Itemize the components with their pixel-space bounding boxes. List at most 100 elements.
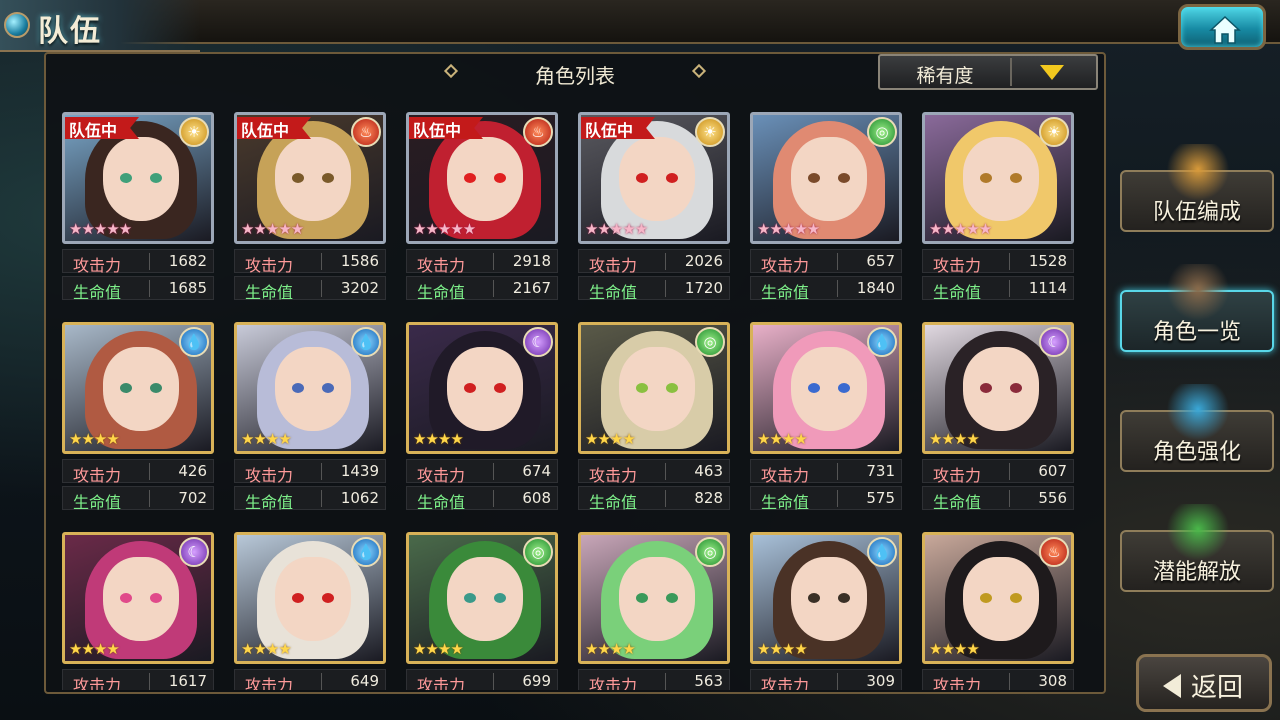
in-team-badge: 队伍中: [237, 117, 311, 139]
character-eye: [120, 593, 132, 603]
character-card[interactable]: 队伍中 ☀ ★★★★★ 攻击力 2026 生命值 1720: [578, 112, 730, 304]
character-card[interactable]: ♨★★★★攻击力308生命值: [922, 532, 1074, 690]
character-portrait[interactable]: 💧 ★★★★: [234, 532, 386, 664]
sort-label: 稀有度: [916, 65, 974, 87]
light-element-icon: ☀: [695, 117, 725, 147]
menu-button-1[interactable]: 队伍编成: [1120, 144, 1274, 232]
character-card[interactable]: 💧★★★★攻击力649生命值: [234, 532, 386, 690]
title-gem-icon: [4, 12, 30, 38]
hp-label: 生命值: [417, 493, 466, 512]
character-card[interactable]: 队伍中 ♨ ★★★★★ 攻击力 1586 生命值 3202: [234, 112, 386, 304]
attack-label: 攻击力: [73, 466, 122, 485]
character-portrait[interactable]: 💧 ★★★★: [62, 322, 214, 454]
stat-divider: [1009, 490, 1010, 507]
attack-label: 攻击力: [589, 676, 638, 690]
character-portrait[interactable]: 队伍中 ♨ ★★★★★: [406, 112, 558, 244]
attack-label: 攻击力: [73, 256, 122, 275]
hp-stat-row: 生命值 1685: [62, 276, 214, 302]
character-eye: [120, 173, 132, 183]
character-card[interactable]: 💧 ★★★★ 攻击力 426 生命值 702: [62, 322, 214, 514]
hp-stat-row: 生命值 608: [406, 486, 558, 512]
sort-dropdown[interactable]: 稀有度: [878, 54, 1098, 90]
character-card[interactable]: ◎ ★★★★ 攻击力 463 生命值 828: [578, 322, 730, 514]
team-portraits-icon: [1166, 144, 1230, 200]
menu-button-2[interactable]: 角色一览: [1120, 264, 1274, 352]
character-portrait[interactable]: ◎ ★★★★★: [750, 112, 902, 244]
chevron-down-icon[interactable]: [1040, 65, 1064, 80]
attack-value: 1682: [168, 252, 207, 270]
character-card[interactable]: 队伍中 ♨ ★★★★★ 攻击力 2918 生命值 2167: [406, 112, 558, 304]
back-button[interactable]: 返回: [1136, 654, 1272, 712]
character-portrait[interactable]: ◎ ★★★★: [406, 532, 558, 664]
character-eye: [666, 593, 678, 603]
attack-label: 攻击力: [73, 676, 122, 690]
attack-label: 攻击力: [417, 256, 466, 275]
in-team-badge: 队伍中: [581, 117, 655, 139]
character-card[interactable]: 💧 ★★★★ 攻击力 1439 生命值 1062: [234, 322, 386, 514]
attack-stat-row: 攻击力 699: [406, 669, 558, 690]
hp-stat-row: 生命值 3202: [234, 276, 386, 302]
rarity-stars-icon: ★★★★: [241, 430, 292, 448]
character-portrait[interactable]: ☀ ★★★★★: [922, 112, 1074, 244]
character-card[interactable]: ◎★★★★攻击力563生命值: [578, 532, 730, 690]
attack-stat-row: 攻击力 607: [922, 459, 1074, 485]
hp-label: 生命值: [589, 283, 638, 302]
attack-value: 607: [1038, 462, 1067, 480]
in-team-label: 队伍中: [413, 121, 462, 140]
character-portrait[interactable]: 💧 ★★★★: [234, 322, 386, 454]
character-eye: [120, 383, 132, 393]
hp-value: 1685: [168, 279, 207, 297]
rarity-stars-icon: ★★★★: [69, 640, 120, 658]
character-eye: [494, 383, 506, 393]
character-face: [791, 557, 867, 641]
character-eye: [666, 383, 678, 393]
character-portrait[interactable]: 队伍中 ♨ ★★★★★: [234, 112, 386, 244]
stat-divider: [665, 463, 666, 480]
rarity-stars-icon: ★★★★: [585, 430, 636, 448]
character-card[interactable]: 队伍中 ☀ ★★★★★ 攻击力 1682 生命值 1685: [62, 112, 214, 304]
stat-divider: [321, 280, 322, 297]
character-card[interactable]: 💧★★★★攻击力309生命值: [750, 532, 902, 690]
hp-value: 1840: [856, 279, 895, 297]
character-card[interactable]: ◎ ★★★★★ 攻击力 657 生命值 1840: [750, 112, 902, 304]
stat-divider: [149, 280, 150, 297]
home-button[interactable]: [1178, 4, 1266, 50]
character-eye: [322, 173, 334, 183]
hp-label: 生命值: [245, 283, 294, 302]
character-portrait[interactable]: 队伍中 ☀ ★★★★★: [578, 112, 730, 244]
back-label: 返回: [1191, 673, 1244, 703]
hp-label: 生命值: [245, 493, 294, 512]
character-grid: 队伍中 ☀ ★★★★★ 攻击力 1682 生命值 1685 队伍中 ♨ ★★★★★ 攻击力 1586 生…: [62, 112, 1078, 690]
character-portrait[interactable]: ☾ ★★★★: [922, 322, 1074, 454]
menu-button-4[interactable]: 潜能解放: [1120, 504, 1274, 592]
attack-label: 攻击力: [933, 256, 982, 275]
character-card[interactable]: ☾★★★★攻击力1617生命值: [62, 532, 214, 690]
attack-value: 1617: [168, 672, 207, 690]
character-card[interactable]: ☾ ★★★★ 攻击力 674 生命值 608: [406, 322, 558, 514]
character-portrait[interactable]: ☾ ★★★★: [406, 322, 558, 454]
character-face: [275, 137, 351, 221]
attack-stat-row: 攻击力 426: [62, 459, 214, 485]
card-upgrade-icon: [1166, 384, 1230, 440]
character-card[interactable]: ☀ ★★★★★ 攻击力 1528 生命值 1114: [922, 112, 1074, 304]
in-team-label: 队伍中: [69, 121, 118, 140]
menu-button-3[interactable]: 角色强化: [1120, 384, 1274, 472]
character-card[interactable]: ◎★★★★攻击力699生命值: [406, 532, 558, 690]
menu-label: 队伍编成: [1152, 200, 1241, 225]
character-face: [791, 137, 867, 221]
rarity-stars-icon: ★★★★★: [929, 220, 992, 238]
character-eye: [494, 173, 506, 183]
character-portrait[interactable]: 队伍中 ☀ ★★★★★: [62, 112, 214, 244]
character-portrait[interactable]: ◎ ★★★★: [578, 532, 730, 664]
character-portrait[interactable]: 💧 ★★★★: [750, 322, 902, 454]
character-card[interactable]: ☾ ★★★★ 攻击力 607 生命值 556: [922, 322, 1074, 514]
character-portrait[interactable]: ☾ ★★★★: [62, 532, 214, 664]
character-portrait[interactable]: 💧 ★★★★: [750, 532, 902, 664]
character-portrait[interactable]: ◎ ★★★★: [578, 322, 730, 454]
character-portrait[interactable]: ♨ ★★★★: [922, 532, 1074, 664]
stat-divider: [149, 253, 150, 270]
character-face: [447, 557, 523, 641]
wind-element-icon: ◎: [867, 117, 897, 147]
attack-value: 2918: [512, 252, 551, 270]
character-card[interactable]: 💧 ★★★★ 攻击力 731 生命值 575: [750, 322, 902, 514]
